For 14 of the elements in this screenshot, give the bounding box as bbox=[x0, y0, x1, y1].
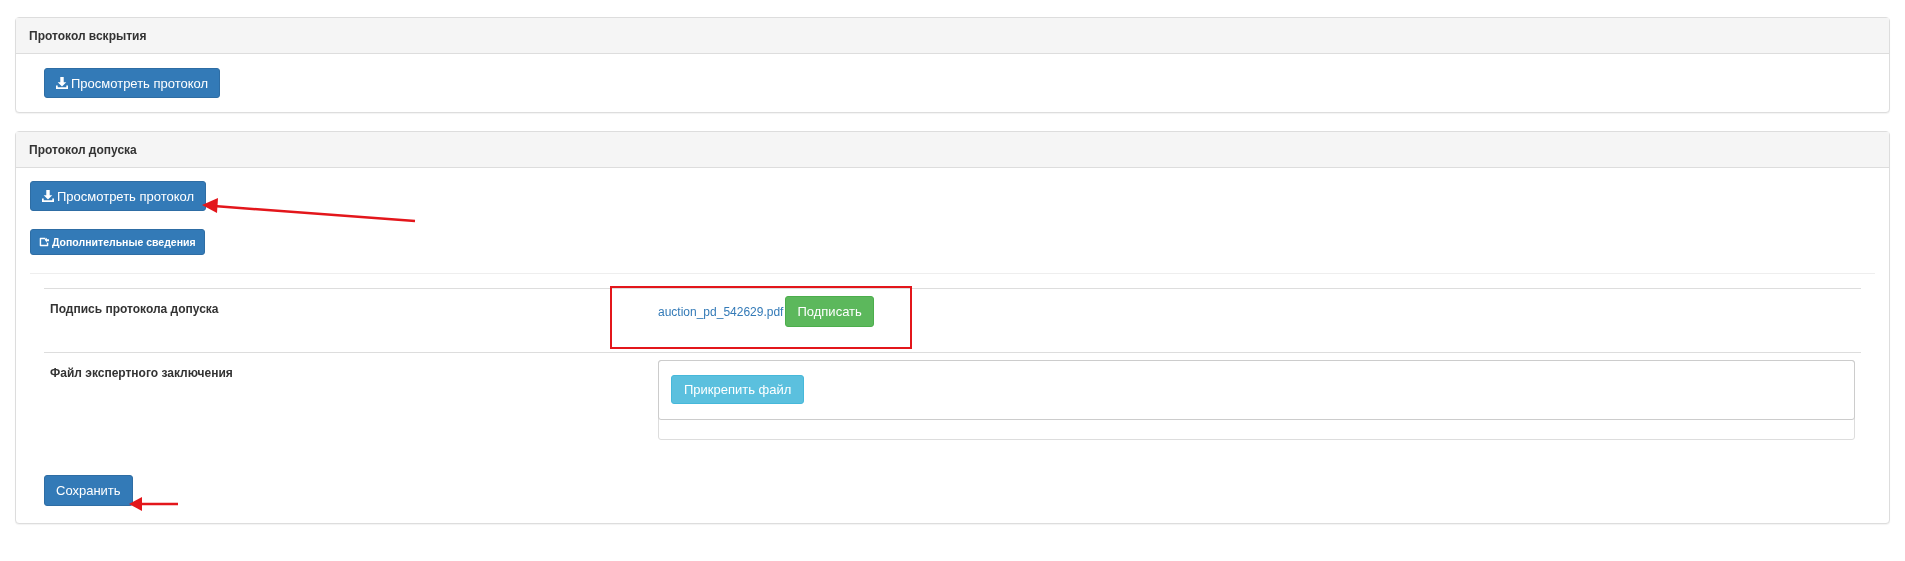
sign-button[interactable]: Подписать bbox=[785, 296, 874, 327]
save-button[interactable]: Сохранить bbox=[44, 475, 133, 506]
file-link[interactable]: auction_pd_542629.pdf bbox=[658, 304, 784, 319]
share-icon bbox=[39, 237, 49, 247]
annotation-arrow bbox=[129, 497, 178, 511]
panel-title: Протокол допуска bbox=[29, 142, 137, 157]
details-button[interactable]: Дополнительные сведения bbox=[30, 229, 205, 255]
view-protocol-button[interactable]: Просмотреть протокол bbox=[30, 181, 207, 211]
panel-title: Протокол вскрытия bbox=[29, 28, 147, 43]
view-protocol-button[interactable]: Просмотреть протокол bbox=[44, 68, 221, 98]
download-icon bbox=[42, 190, 54, 202]
download-icon bbox=[56, 77, 68, 89]
field-label: Файл экспертного заключения bbox=[50, 366, 233, 380]
field-label: Подпись протокола допуска bbox=[50, 302, 219, 316]
